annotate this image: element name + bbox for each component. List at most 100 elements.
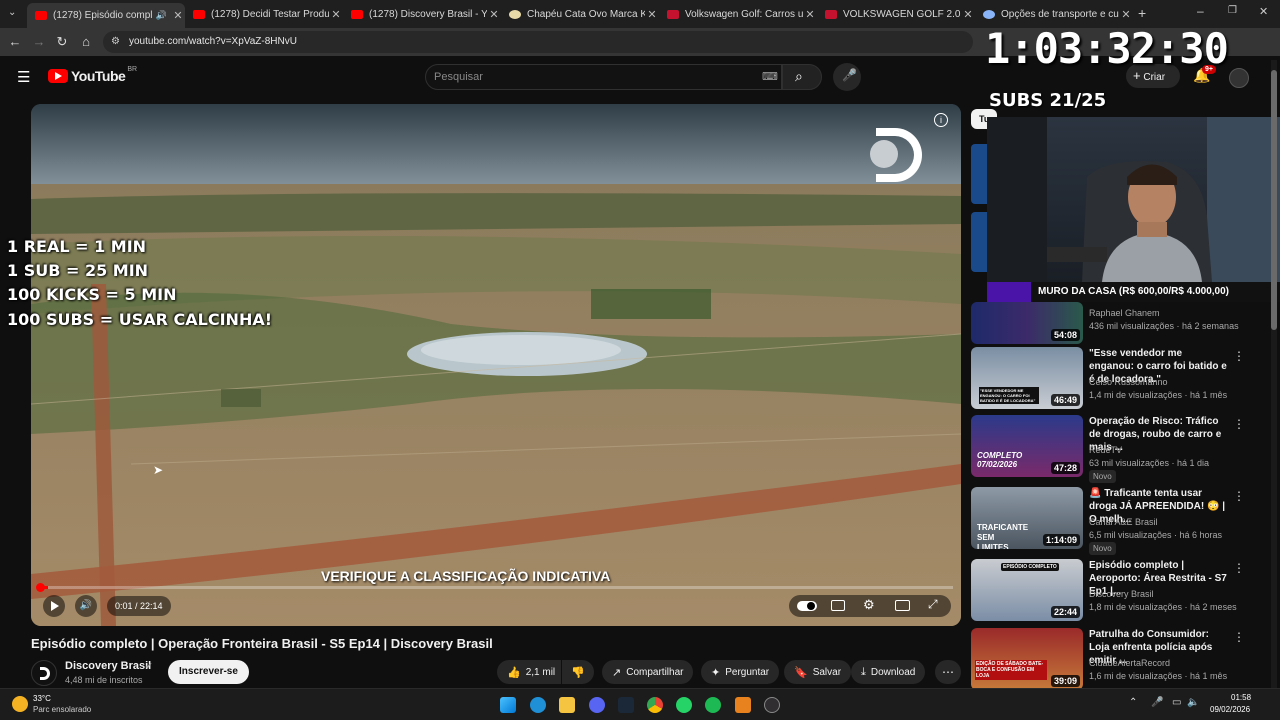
tab-list-chevron-icon[interactable]: ⌄ xyxy=(8,7,16,18)
minimize-icon[interactable]: – xyxy=(1197,4,1204,18)
address-bar[interactable]: ⚙ youtube.com/watch?v=XpVaZ-8HNvU xyxy=(103,31,973,53)
video-thumbnail[interactable]: TRAFICANTE SEM LIMITES 1:14:09 xyxy=(971,487,1083,549)
back-icon[interactable]: ← xyxy=(7,34,23,50)
video-thumbnail[interactable]: COMPLETO 07/02/2026 47:28 xyxy=(971,415,1083,477)
sparkle-icon: ✦ xyxy=(711,666,721,679)
tab-opcoes-transporte[interactable]: Opções de transporte e custo ✕ xyxy=(975,4,1133,24)
home-icon[interactable]: ⌂ xyxy=(78,34,94,50)
page-scrollbar[interactable] xyxy=(1271,60,1277,688)
tab-volkswagen-golf-2[interactable]: VOLKSWAGEN GOLF 2.0 350 TS ✕ xyxy=(817,4,975,24)
save-button[interactable]: 🔖 Salvar xyxy=(784,660,852,684)
channel-name[interactable]: RedeTV xyxy=(1089,445,1122,455)
sidebar-video-item[interactable]: EDIÇÃO DE SÁBADO BATE-BOCA E CONFUSÃO EM… xyxy=(971,628,1266,690)
avatar[interactable] xyxy=(1229,68,1249,88)
search-button[interactable]: ⌕ xyxy=(782,64,822,90)
tab-episodio-completo[interactable]: (1278) Episódio completo | 🔊 ✕ xyxy=(27,3,185,28)
voice-search-button[interactable]: 🎤 xyxy=(833,63,861,91)
play-icon[interactable] xyxy=(43,595,65,617)
window-close-icon[interactable]: ✕ xyxy=(1259,5,1268,18)
search-input[interactable]: Pesquisar ⌨ xyxy=(425,64,782,90)
more-options-icon[interactable]: ⋮ xyxy=(1233,630,1245,644)
sidebar-video-item[interactable]: COMPLETO 07/02/2026 47:28 Operação de Ri… xyxy=(971,415,1266,483)
menu-icon[interactable]: ☰ xyxy=(17,68,30,86)
like-button[interactable]: 👍 2,1 mil xyxy=(497,660,561,684)
clock-time[interactable]: 01:58 xyxy=(1231,693,1251,702)
whatsapp-icon[interactable] xyxy=(676,697,692,713)
tab-decidi-testar[interactable]: (1278) Decidi Testar Produtos d ✕ xyxy=(185,4,343,24)
dislike-button[interactable]: 👎 xyxy=(562,660,594,684)
app-orange-icon[interactable] xyxy=(735,697,751,713)
video-thumbnail[interactable]: 54:08 xyxy=(971,302,1083,344)
edge-icon[interactable] xyxy=(530,697,546,713)
tab-close-icon[interactable]: ✕ xyxy=(961,8,975,21)
tab-close-icon[interactable]: ✕ xyxy=(487,8,501,21)
speaker-icon[interactable]: 🔊 xyxy=(156,10,167,21)
chrome-icon[interactable] xyxy=(647,697,663,713)
video-thumbnail[interactable]: EDIÇÃO DE SÁBADO BATE-BOCA E CONFUSÃO EM… xyxy=(971,628,1083,690)
tab-discovery-brasil[interactable]: (1278) Discovery Brasil - YouTu ✕ xyxy=(343,4,501,24)
sidebar-video-item[interactable]: EPISÓDIO COMPLETO 22:44 Episódio complet… xyxy=(971,559,1266,621)
info-icon[interactable]: i xyxy=(934,113,948,127)
forward-icon[interactable]: → xyxy=(31,34,47,50)
site-info-icon[interactable]: ⚙ xyxy=(111,31,120,53)
channel-name[interactable]: Canal A&E Brasil xyxy=(1089,517,1158,527)
tab-volkswagen-golf[interactable]: Volkswagen Golf: Carros usado ✕ xyxy=(659,4,817,24)
channel-name[interactable]: Celso Russomanno xyxy=(1089,377,1168,387)
maximize-icon[interactable]: ❐ xyxy=(1228,5,1237,16)
more-options-icon[interactable]: ⋮ xyxy=(1233,349,1245,363)
steam-icon[interactable] xyxy=(618,697,634,713)
sidebar-video-item[interactable]: "ESSE VENDEDOR ME ENGANOU: O CARRO FOI B… xyxy=(971,347,1266,409)
more-options-icon[interactable]: ⋮ xyxy=(1233,417,1245,431)
more-options-icon[interactable]: ⋮ xyxy=(1233,561,1245,575)
video-thumbnail[interactable]: "ESSE VENDEDOR ME ENGANOU: O CARRO FOI B… xyxy=(971,347,1083,409)
channel-name[interactable]: Raphael Ghanem xyxy=(1089,308,1160,318)
tab-chapeu[interactable]: Chapéu Cata Ovo Marca KLOPF ✕ xyxy=(501,4,659,24)
settings-gear-icon[interactable]: ⚙ xyxy=(863,597,875,613)
tab-close-icon[interactable]: ✕ xyxy=(171,9,185,22)
autoplay-toggle-icon[interactable] xyxy=(797,601,817,611)
weather-temp[interactable]: 33°C xyxy=(33,694,51,703)
network-icon[interactable]: ▭ xyxy=(1172,697,1181,708)
channel-name[interactable]: Discovery Brasil xyxy=(65,660,151,672)
volume-icon[interactable]: 🔊 xyxy=(75,595,97,617)
channel-avatar[interactable] xyxy=(31,660,57,686)
ask-button[interactable]: ✦ Perguntar xyxy=(701,660,780,684)
tab-close-icon[interactable]: ✕ xyxy=(645,8,659,21)
channel-name[interactable]: CidadeAlertaRecord xyxy=(1089,658,1170,668)
progress-bar[interactable] xyxy=(36,583,953,592)
clock-date[interactable]: 09/02/2026 xyxy=(1210,705,1250,714)
tab-close-icon[interactable]: ✕ xyxy=(803,8,817,21)
subtitles-icon[interactable] xyxy=(831,600,845,611)
spotify-icon[interactable] xyxy=(705,697,721,713)
windows-start-icon[interactable] xyxy=(500,697,516,713)
share-button[interactable]: ↗ Compartilhar xyxy=(602,660,694,684)
weather-sun-icon[interactable] xyxy=(12,696,28,712)
more-options-icon[interactable]: ⋮ xyxy=(1233,489,1245,503)
video-thumbnail[interactable]: EPISÓDIO COMPLETO 22:44 xyxy=(971,559,1083,621)
more-actions-button[interactable]: ⋯ xyxy=(935,660,961,684)
tray-chevron-icon[interactable]: ⌃ xyxy=(1129,697,1137,708)
tray-microphone-icon[interactable]: 🎤 xyxy=(1151,697,1163,708)
channel-name[interactable]: Discovery Brasil xyxy=(1089,589,1154,599)
speaker-tray-icon[interactable]: 🔈 xyxy=(1187,697,1199,708)
fullscreen-icon[interactable]: ⤢ xyxy=(928,597,938,612)
webcam-image xyxy=(987,117,1280,282)
subscribe-button[interactable]: Inscrever-se xyxy=(168,660,249,684)
theater-mode-icon[interactable] xyxy=(895,600,910,611)
download-button[interactable]: ⤓ Download xyxy=(851,660,926,684)
tab-close-icon[interactable]: ✕ xyxy=(1119,8,1133,21)
progress-scrubber[interactable] xyxy=(36,583,45,592)
weather-desc[interactable]: Parc ensolarado xyxy=(33,705,91,714)
keyboard-icon[interactable]: ⌨ xyxy=(762,65,778,89)
youtube-logo[interactable]: YouTube BR xyxy=(48,66,137,84)
sidebar-video-item[interactable]: TRAFICANTE SEM LIMITES 1:14:09 🚨 Trafica… xyxy=(971,487,1266,555)
obs-icon[interactable] xyxy=(764,697,780,713)
sidebar-video-item[interactable]: 54:08 Raphael Ghanem 436 mil visualizaçõ… xyxy=(971,282,1266,344)
new-tab-icon[interactable]: + xyxy=(1138,5,1146,21)
reload-icon[interactable]: ↻ xyxy=(54,34,70,50)
file-explorer-icon[interactable] xyxy=(559,697,575,713)
discord-icon[interactable] xyxy=(589,697,605,713)
video-player[interactable]: i VERIFIQUE A CLASSIFICAÇÃO INDICATIVA 🔊… xyxy=(31,104,961,626)
tab-close-icon[interactable]: ✕ xyxy=(329,8,343,21)
scrollbar-thumb[interactable] xyxy=(1271,70,1277,330)
